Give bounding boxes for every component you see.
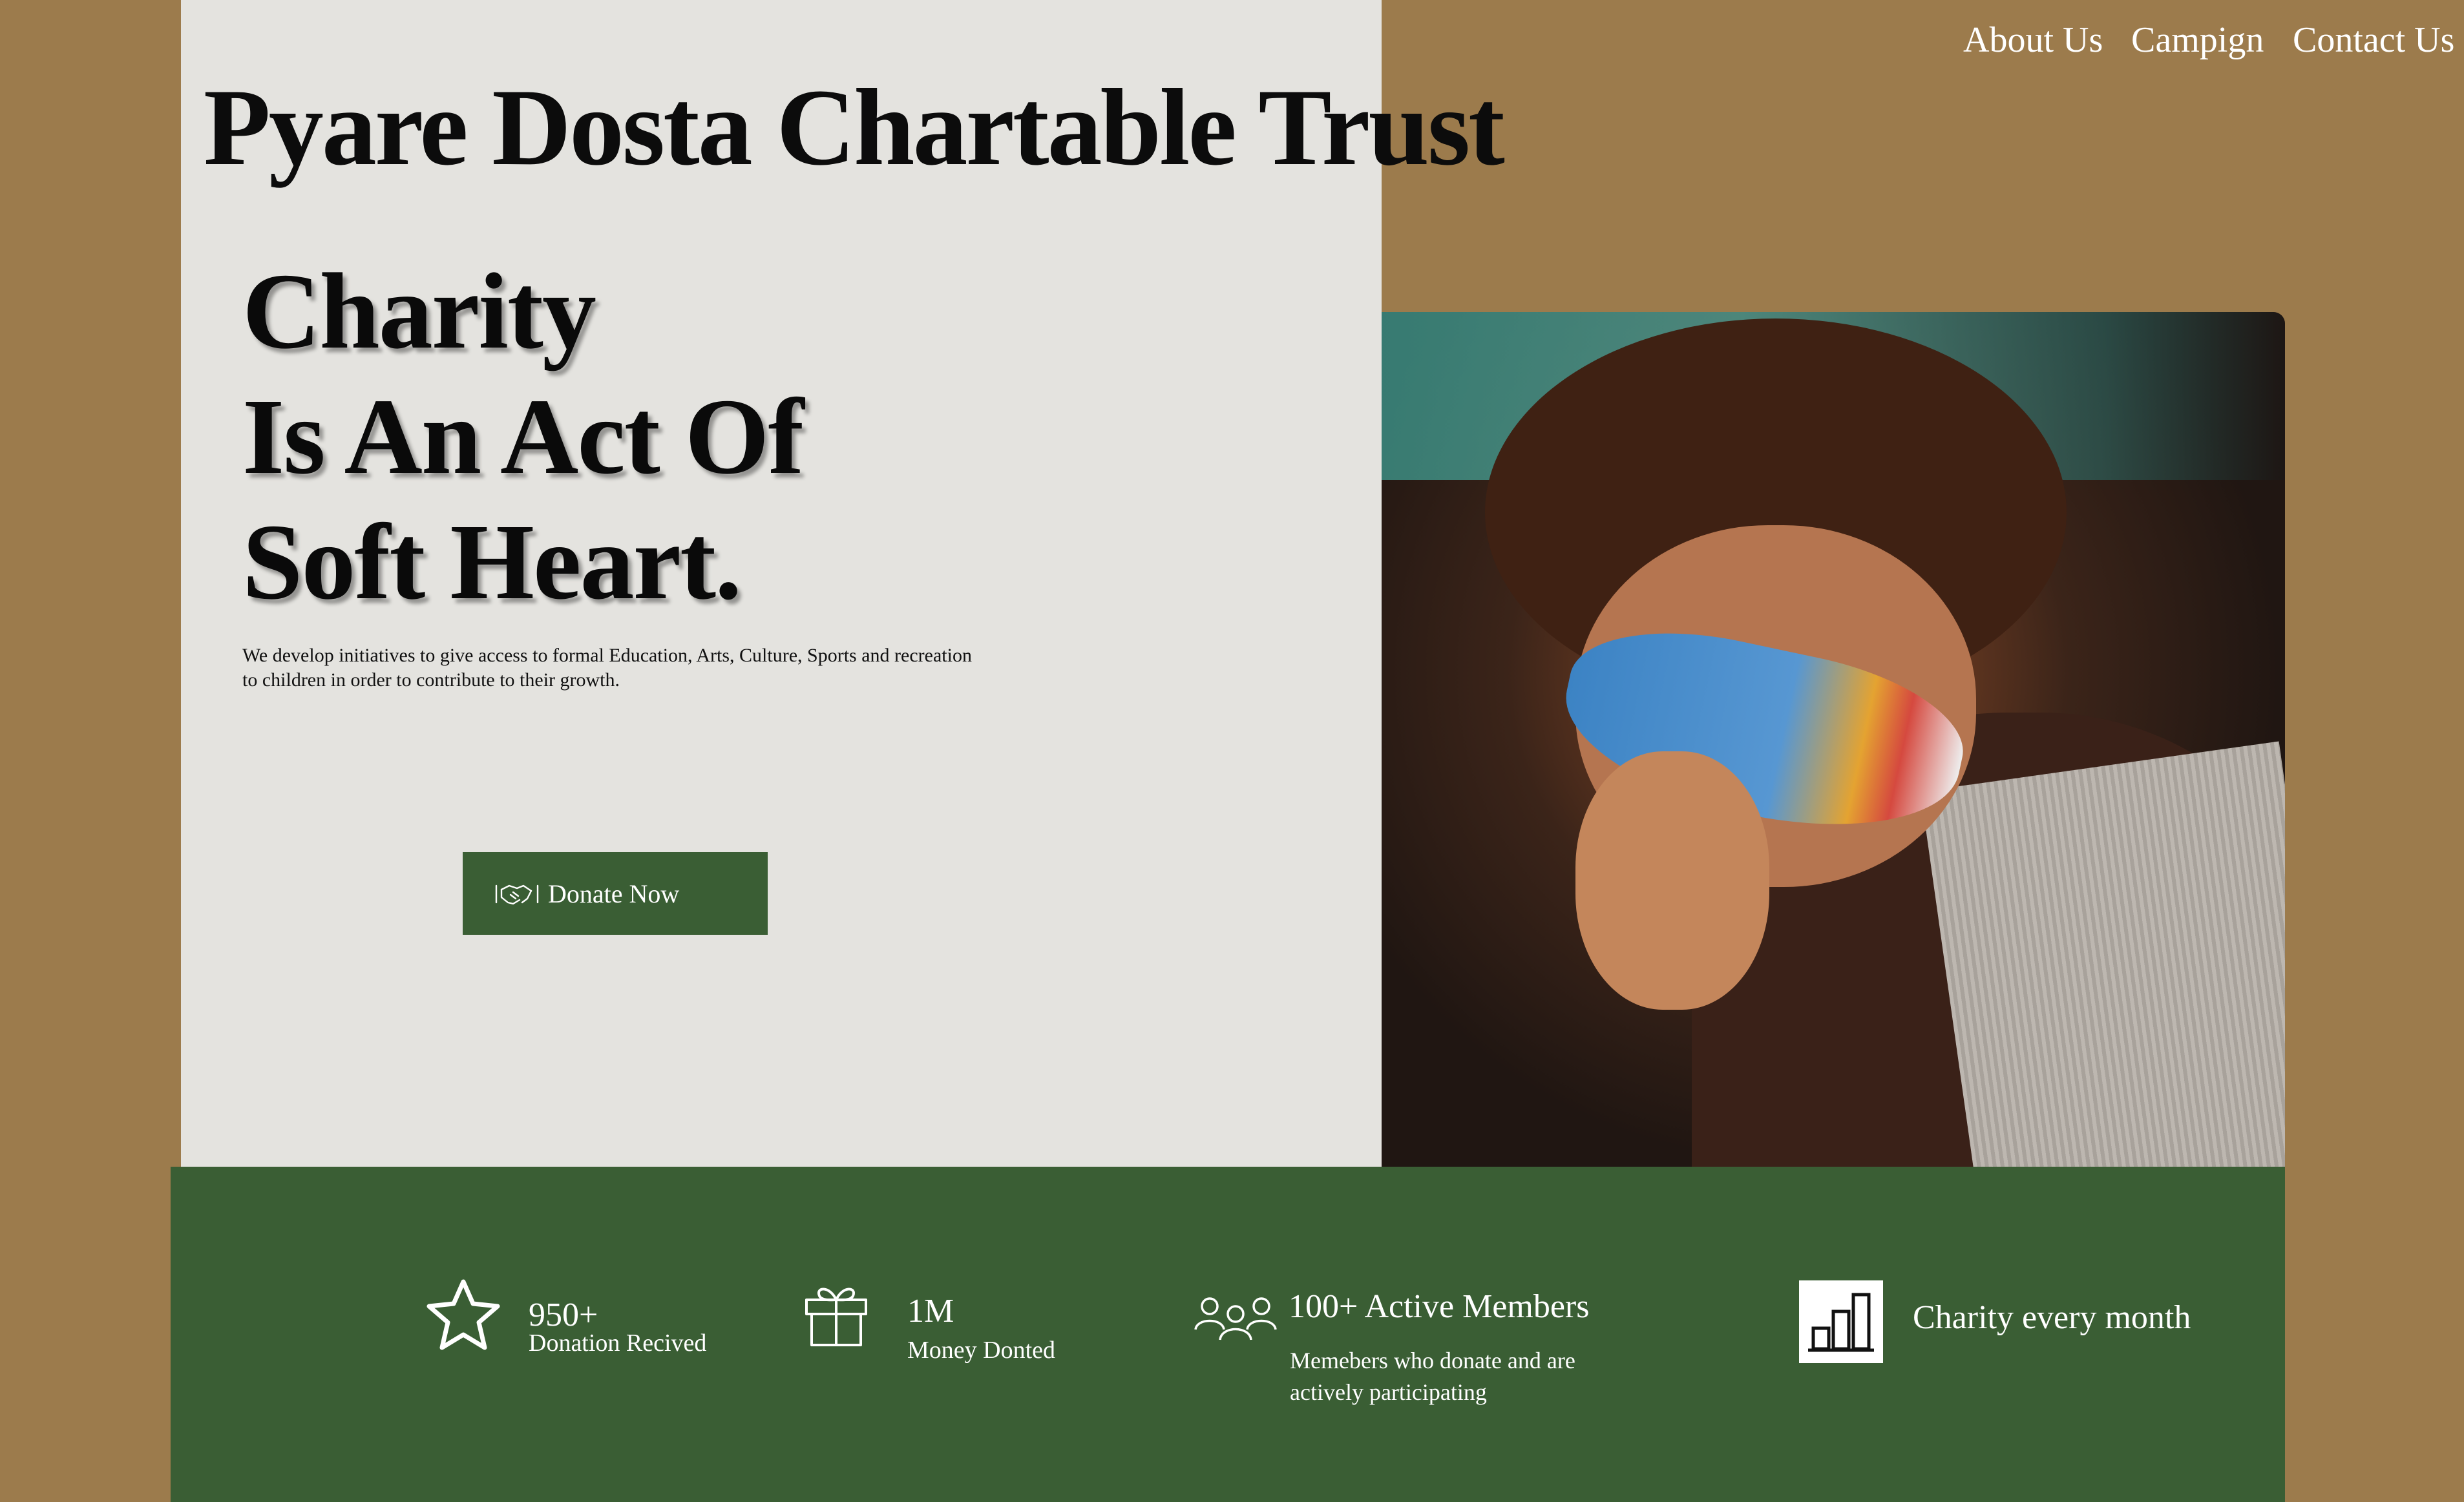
people-icon [1194, 1297, 1277, 1340]
hero-headline: Charity Is An Act Of Soft Heart. [242, 249, 804, 625]
donate-now-button[interactable]: Donate Now [463, 852, 768, 935]
gift-icon [805, 1288, 867, 1346]
donate-button-label: Donate Now [548, 879, 680, 908]
nav-about-us[interactable]: About Us [1963, 19, 2103, 61]
hero-intro-text: We develop initiatives to give access to… [242, 645, 972, 691]
photo-child-hand [1575, 751, 1769, 1010]
money-value: 1M [907, 1293, 954, 1330]
donations-label: Donation Recived [529, 1330, 707, 1357]
monthly-charity-title: Charity every month [1913, 1299, 2191, 1336]
headline-line-2: Is An Act Of [242, 377, 804, 497]
headline-line-1: Charity [242, 251, 596, 371]
members-description: Memebers who donate and are actively par… [1290, 1348, 1575, 1405]
money-label: Money Donted [907, 1337, 1056, 1364]
members-value: 100+ Active Members [1289, 1288, 1590, 1325]
bar-chart-icon [1808, 1293, 1874, 1352]
headline-line-3: Soft Heart. [242, 502, 742, 622]
child-wearing-face-mask-photo [1382, 312, 2285, 1167]
site-title: Pyare Dosta Chartable Trust [204, 67, 1505, 188]
nav-campaign[interactable]: Campign [2131, 19, 2264, 61]
photo-tank-top [1921, 741, 2285, 1167]
bar-chart-icon-box [1799, 1280, 1883, 1363]
star-icon [426, 1279, 500, 1350]
nav-contact-us[interactable]: Contact Us [2293, 19, 2454, 61]
handshake-icon [495, 884, 539, 905]
